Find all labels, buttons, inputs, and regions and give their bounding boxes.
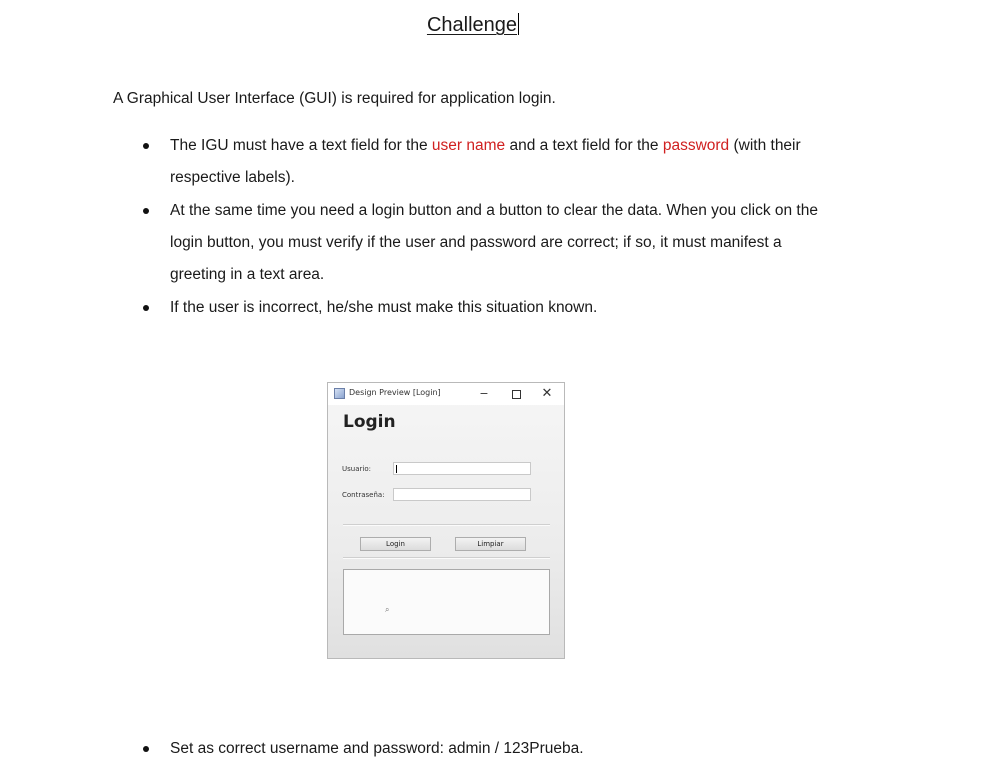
separator xyxy=(343,557,550,559)
contrasena-label: Contraseña: xyxy=(342,491,385,499)
bullet-text: Set as correct username and password: ad… xyxy=(170,740,584,757)
bullet-text: and a text field for the xyxy=(505,137,663,154)
bullet-icon xyxy=(143,143,149,149)
window-title: Design Preview [Login] xyxy=(349,388,441,397)
maximize-icon[interactable] xyxy=(508,386,524,402)
window-titlebar: Design Preview [Login] − ✕ xyxy=(328,383,564,405)
mouse-pointer-icon: ⌕ xyxy=(385,605,390,614)
bullet-text: The IGU must have a text field for the xyxy=(170,137,432,154)
minimize-icon[interactable]: − xyxy=(476,386,492,402)
list-item: Set as correct username and password: ad… xyxy=(143,733,840,765)
bullet-text: At the same time you need a login button… xyxy=(170,202,818,283)
list-item: At the same time you need a login button… xyxy=(143,195,840,291)
separator xyxy=(343,524,550,526)
limpiar-button[interactable]: Limpiar xyxy=(455,537,526,551)
intro-paragraph: A Graphical User Interface (GUI) is requ… xyxy=(113,90,556,107)
password-highlight: password xyxy=(662,137,730,154)
window-app-icon xyxy=(334,388,345,399)
bullet-icon xyxy=(143,746,149,752)
title-text: Challenge xyxy=(426,14,518,36)
login-preview-window: Design Preview [Login] − ✕ Login Usuario… xyxy=(327,382,565,659)
close-icon[interactable]: ✕ xyxy=(539,386,555,402)
text-caret xyxy=(518,13,520,35)
bullet-text: If the user is incorrect, he/she must ma… xyxy=(170,299,598,316)
login-heading: Login xyxy=(343,412,396,432)
contrasena-input[interactable] xyxy=(393,488,531,501)
usuario-input[interactable] xyxy=(393,462,531,475)
user-name-highlight: user name xyxy=(431,137,506,154)
greeting-text-area[interactable]: ⌕ xyxy=(343,569,550,635)
bullet-icon xyxy=(143,208,149,214)
list-item: If the user is incorrect, he/she must ma… xyxy=(143,292,840,324)
text-cursor xyxy=(396,465,397,473)
login-button[interactable]: Login xyxy=(360,537,431,551)
list-item: The IGU must have a text field for the u… xyxy=(143,130,840,194)
bullet-icon xyxy=(143,305,149,311)
document-title: Challenge xyxy=(0,13,946,37)
usuario-label: Usuario: xyxy=(342,465,371,473)
